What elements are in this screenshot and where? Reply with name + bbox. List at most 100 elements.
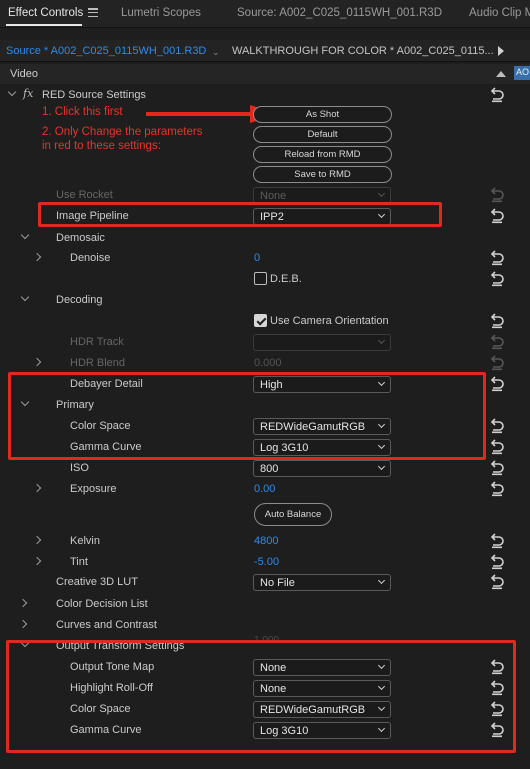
annotation-box-primary [8,372,486,460]
row-camera-orientation: Use Camera Orientation [0,311,530,332]
effect-header-row[interactable]: fx RED Source Settings [0,85,530,106]
tab-effect-controls[interactable]: Effect Controls [8,7,83,19]
annotation-step-2-cont: in red to these settings: [42,140,161,152]
annotation-step-1: 1. Click this first [42,106,123,118]
reset-icon[interactable] [490,574,504,590]
reset-icon[interactable] [490,271,504,287]
tab-audio-clip-mixer[interactable]: Audio Clip M [469,7,530,19]
video-section-header: Video [0,64,530,84]
auto-balance-button[interactable]: Auto Balance [254,503,332,526]
camera-orientation-checkbox[interactable] [254,314,267,327]
default-button[interactable]: Default [253,126,392,143]
param-label: HDR Track [70,336,124,348]
as-shot-button[interactable]: As Shot [253,106,392,123]
reset-icon [490,355,504,371]
active-tab-indicator [6,24,82,26]
expand-icon[interactable] [32,252,42,262]
fx-icon[interactable]: fx [23,87,33,100]
chevron-down-icon[interactable]: ⌄ [212,47,220,58]
expand-icon[interactable] [18,619,28,629]
source-clip-bar: Source * A002_C025_0115WH_001.R3D ⌄ WALK… [0,40,530,62]
row-auto-balance: Auto Balance [0,500,530,530]
reset-icon[interactable] [490,208,504,224]
reset-icon[interactable] [490,376,504,392]
reset-icon[interactable] [490,460,504,476]
chevron-down-icon [377,336,386,345]
deb-checkbox[interactable] [254,272,267,285]
sequence-clip-label[interactable]: WALKTHROUGH FOR COLOR * A002_C025_0115..… [232,45,494,57]
checkbox-label: Use Camera Orientation [270,315,389,327]
save-rmd-button[interactable]: Save to RMD [253,166,392,183]
row-kelvin: Kelvin 4800 [0,531,530,552]
expand-icon[interactable] [32,357,42,367]
annotation-box-image-pipeline [38,202,442,227]
param-label: ISO [70,462,89,474]
row-demosaic[interactable]: Demosaic [0,228,530,249]
row-hdr-blend: HDR Blend 0.000 [0,353,530,374]
reload-rmd-button[interactable]: Reload from RMD [253,146,392,163]
timeline-tag: AO [514,66,530,80]
expand-icon[interactable] [20,230,30,240]
reset-icon [490,187,504,203]
reset-icon[interactable] [490,313,504,329]
group-label: Demosaic [56,232,105,244]
row-creative-lut: Creative 3D LUT No File [0,572,530,593]
annotation-step-2: 2. Only Change the parameters [42,126,203,138]
effect-name: RED Source Settings [42,89,146,101]
iso-dropdown[interactable]: 800 [253,460,391,477]
param-label: Denoise [70,252,111,264]
checkbox-label: D.E.B. [270,273,302,285]
param-label: Creative 3D LUT [56,576,138,588]
tab-lumetri-scopes[interactable]: Lumetri Scopes [121,7,201,19]
reset-icon[interactable] [490,87,504,103]
reset-icon[interactable] [490,533,504,549]
reset-icon [490,334,504,350]
param-label: Tint [70,556,88,568]
param-label: Exposure [70,483,117,495]
param-label: Use Rocket [56,189,113,201]
reset-icon[interactable] [490,439,504,455]
chevron-down-icon [377,576,386,585]
expand-icon[interactable] [32,535,42,545]
chevron-down-icon [377,462,386,471]
param-label: HDR Blend [70,357,126,369]
kelvin-value[interactable]: 4800 [254,535,278,547]
tint-value[interactable]: -5.00 [254,556,279,568]
source-clip-dropdown[interactable]: Source * A002_C025_0115WH_001.R3D [6,45,206,57]
chevron-down-icon [377,189,386,198]
expand-icon[interactable] [32,556,42,566]
reset-icon[interactable] [490,481,504,497]
row-deb: D.E.B. [0,269,530,290]
hdr-track-dropdown [253,334,391,351]
expand-icon[interactable] [32,483,42,493]
panel-menu-icon[interactable] [88,8,98,18]
row-tint: Tint -5.00 [0,552,530,573]
param-label: Kelvin [70,535,100,547]
panel-tab-bar: Effect Controls Lumetri Scopes Source: A… [0,0,530,28]
row-curves[interactable]: Curves and Contrast [0,615,530,636]
annotation-box-output-transform [6,640,516,753]
group-label: Color Decision List [56,598,148,610]
expand-icon[interactable] [7,87,17,97]
tab-source-monitor[interactable]: Source: A002_C025_0115WH_001.R3D [237,7,442,19]
collapse-panel-icon[interactable] [496,71,506,77]
row-decoding[interactable]: Decoding [0,290,530,311]
reset-icon[interactable] [490,250,504,266]
exposure-value[interactable]: 0.00 [254,483,275,495]
section-title: Video [10,68,38,80]
creative-lut-dropdown[interactable]: No File [253,574,391,591]
expand-icon[interactable] [20,292,30,302]
denoise-value[interactable]: 0 [254,252,260,264]
reset-icon[interactable] [490,418,504,434]
hdr-blend-value: 0.000 [254,357,282,369]
row-iso: ISO 800 [0,458,530,479]
reset-icon[interactable] [490,554,504,570]
row-cdl[interactable]: Color Decision List [0,594,530,615]
group-label: Decoding [56,294,103,306]
row-hdr-track: HDR Track [0,332,530,353]
group-label: Curves and Contrast [56,619,157,631]
expand-icon[interactable] [18,598,28,608]
row-exposure: Exposure 0.00 [0,479,530,500]
play-icon[interactable] [498,46,504,56]
row-denoise: Denoise 0 [0,248,530,269]
